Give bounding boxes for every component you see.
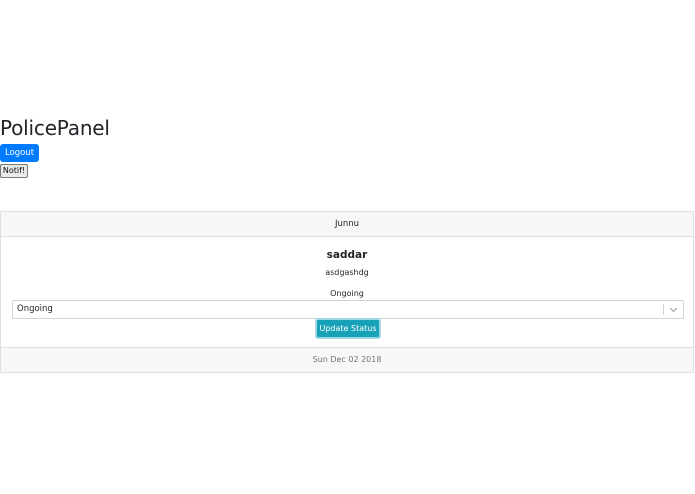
notif-button[interactable]: Notif! xyxy=(0,164,28,178)
status-select[interactable]: Ongoing xyxy=(12,300,684,319)
status-text: Ongoing xyxy=(330,289,364,298)
logout-button[interactable]: Logout xyxy=(0,144,39,162)
page-title: PolicePanel xyxy=(0,116,110,140)
update-status-button[interactable]: Update Status xyxy=(315,318,381,339)
status-select-value: Ongoing xyxy=(17,304,53,314)
complaint-card: Junnu saddar asdgashdg Ongoing Ongoing U… xyxy=(0,211,694,373)
chevron-down-icon xyxy=(669,307,678,313)
card-footer: Sun Dec 02 2018 xyxy=(1,347,693,372)
select-divider xyxy=(663,304,664,315)
police-panel-page: PolicePanel Logout Notif! Junnu saddar a… xyxy=(0,0,695,494)
card-header: Junnu xyxy=(1,212,693,237)
card-text: asdgashdg xyxy=(325,268,369,277)
card-title: saddar xyxy=(326,249,368,261)
